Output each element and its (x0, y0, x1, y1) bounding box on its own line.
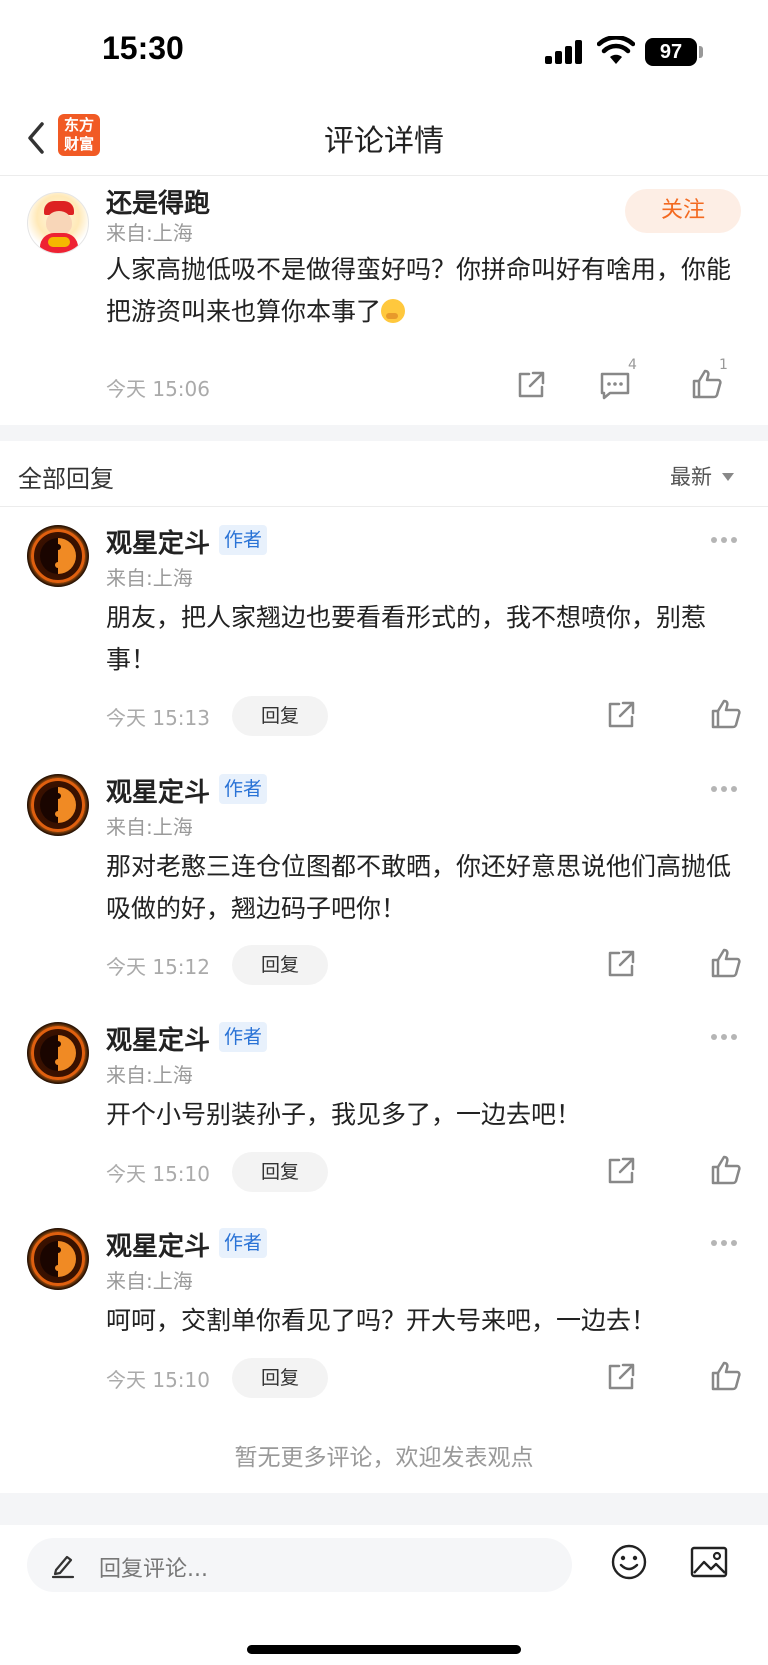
reply-button[interactable]: 回复 (232, 945, 328, 985)
avatar[interactable] (27, 525, 89, 587)
location: 来自:上海 (106, 1063, 193, 1087)
reply-comment-input[interactable]: 回复评论... (27, 1538, 572, 1592)
share-icon[interactable] (604, 1154, 638, 1188)
page-title: 评论详情 (324, 124, 444, 159)
input-placeholder: 回复评论... (99, 1557, 208, 1582)
reply-text: 开个小号别装孙子，我见多了，一边去吧！ (106, 1100, 582, 1129)
like-count: 1 (719, 357, 728, 373)
like-icon[interactable] (709, 1153, 743, 1187)
timestamp: 今天 15:10 (106, 1162, 210, 1186)
avatar[interactable] (27, 1228, 89, 1290)
replies-title: 全部回复 (18, 465, 114, 493)
follow-button[interactable]: 关注 (625, 189, 741, 233)
author-tag: 作者 (219, 1228, 268, 1258)
location: 来自:上海 (106, 566, 193, 590)
battery-tip (699, 46, 703, 58)
username[interactable]: 观星定斗 (106, 523, 210, 560)
author-tag: 作者 (219, 1022, 268, 1052)
nav-bar: 东方 财富 评论详情 (0, 100, 768, 176)
more-options-icon[interactable] (711, 786, 741, 794)
signal-icon (545, 40, 585, 64)
reply-text: 那对老憨三连仓位图都不敢晒，你还好意思说他们高抛低吸做的好，翘边码子吧你！ (106, 852, 732, 923)
comment-text: 人家高抛低吸不是做得蛮好吗？你拼命叫好有啥用，你能把游资叫来也算你本事了 (106, 249, 736, 333)
reply-button[interactable]: 回复 (232, 696, 328, 736)
status-time: 15:30 (102, 30, 184, 66)
pencil-icon (51, 1555, 75, 1579)
share-icon[interactable] (604, 947, 638, 981)
reply-item: 观星定斗 作者 来自:上海 开个小号别装孙子，我见多了，一边去吧！ 今天 15:… (0, 1006, 768, 1192)
no-more-comments-note: 暂无更多评论，欢迎发表观点 (234, 1445, 534, 1471)
reply-button[interactable]: 回复 (232, 1358, 328, 1398)
reply-text: 朋友，把人家翘边也要看看形式的，我不想喷你，别惹事！ (106, 603, 707, 674)
image-icon[interactable] (690, 1545, 728, 1579)
share-icon[interactable] (604, 1360, 638, 1394)
caret-down-icon (722, 473, 734, 481)
more-options-icon[interactable] (711, 1034, 741, 1042)
avatar[interactable] (27, 1022, 89, 1084)
home-indicator (247, 1645, 521, 1654)
timestamp: 今天 15:06 (106, 377, 210, 401)
reply-text: 呵呵，交割单你看见了吗？开大号来吧，一边去！ (106, 1306, 657, 1335)
reply-item: 观星定斗 作者 来自:上海 呵呵，交割单你看见了吗？开大号来吧，一边去！ 今天 … (0, 1212, 768, 1398)
section-divider (0, 425, 768, 441)
wifi-icon (597, 36, 635, 64)
reply-button[interactable]: 回复 (232, 1152, 328, 1192)
location: 来自:上海 (106, 815, 193, 839)
main-comment: 还是得跑 来自:上海 关注 人家高抛低吸不是做得蛮好吗？你拼命叫好有啥用，你能把… (0, 177, 768, 425)
author-tag: 作者 (219, 525, 268, 555)
sort-label: 最新 (670, 465, 712, 489)
avatar[interactable] (27, 192, 89, 254)
status-bar: 15:30 97 (0, 0, 768, 100)
like-icon[interactable] (709, 946, 743, 980)
share-icon[interactable] (514, 368, 548, 402)
more-options-icon[interactable] (711, 1240, 741, 1248)
battery-level: 97 (645, 38, 697, 66)
replies-header: 全部回复 最新 (0, 441, 768, 507)
username[interactable]: 观星定斗 (106, 1020, 210, 1057)
username[interactable]: 观星定斗 (106, 1226, 210, 1263)
reply-item: 观星定斗 作者 来自:上海 朋友，把人家翘边也要看看形式的，我不想喷你，别惹事！… (0, 509, 768, 737)
comment-text-content: 人家高抛低吸不是做得蛮好吗？你拼命叫好有啥用，你能把游资叫来也算你本事了 (106, 255, 732, 326)
location: 来自:上海 (106, 221, 193, 245)
username[interactable]: 观星定斗 (106, 772, 210, 809)
comment-icon[interactable] (598, 368, 632, 402)
username[interactable]: 还是得跑 (106, 183, 210, 220)
like-icon[interactable] (709, 1359, 743, 1393)
timestamp: 今天 15:13 (106, 706, 210, 730)
avatar[interactable] (27, 774, 89, 836)
more-options-icon[interactable] (711, 537, 741, 545)
sort-dropdown[interactable]: 最新 (670, 461, 734, 491)
emoji-icon (381, 299, 406, 323)
location: 来自:上海 (106, 1269, 193, 1293)
author-tag: 作者 (219, 774, 268, 804)
bottom-bar: 回复评论... (0, 1525, 768, 1665)
share-icon[interactable] (604, 698, 638, 732)
timestamp: 今天 15:10 (106, 1368, 210, 1392)
timestamp: 今天 15:12 (106, 955, 210, 979)
comment-count: 4 (628, 357, 637, 373)
reply-item: 观星定斗 作者 来自:上海 那对老憨三连仓位图都不敢晒，你还好意思说他们高抛低吸… (0, 758, 768, 986)
like-icon[interactable] (709, 697, 743, 731)
section-divider (0, 1493, 768, 1525)
smiley-icon[interactable] (610, 1543, 648, 1581)
